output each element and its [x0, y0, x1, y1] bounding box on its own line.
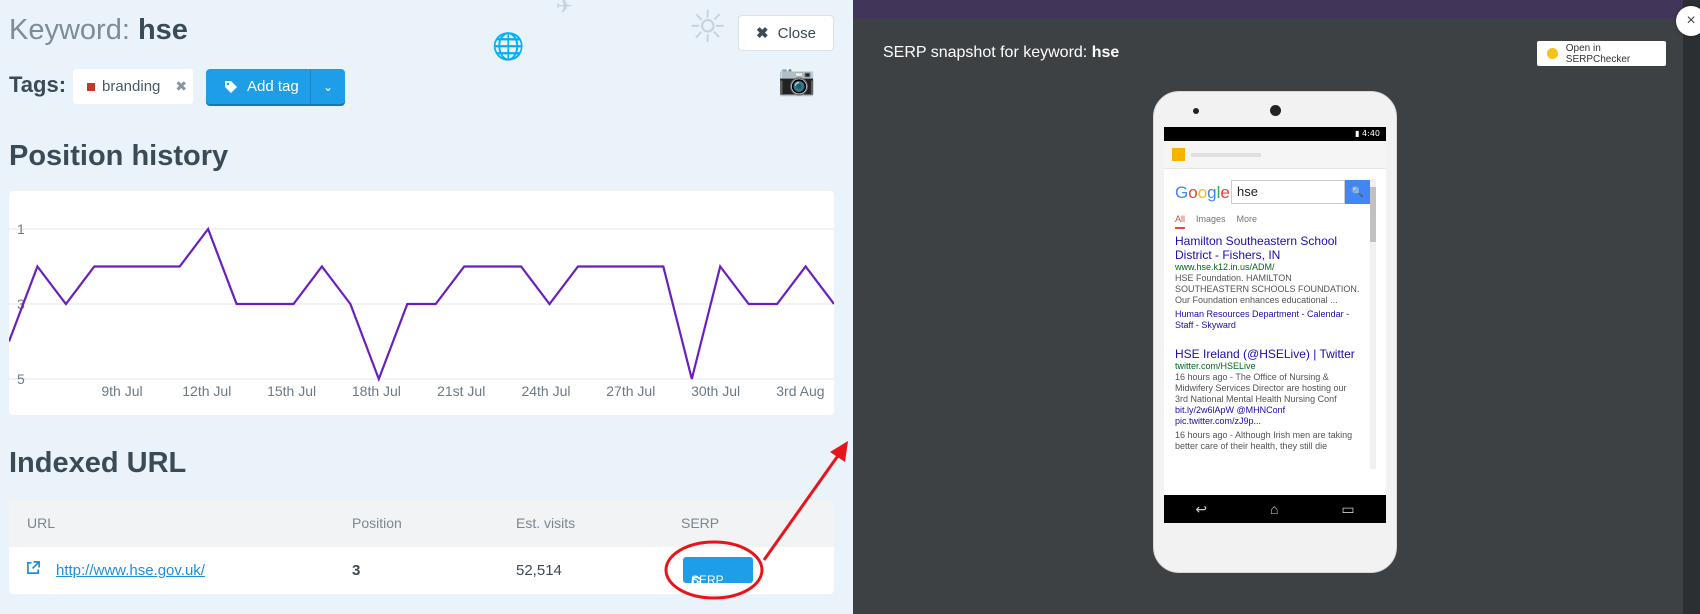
position-value: 3	[352, 562, 361, 579]
serpchecker-logo-icon	[1547, 48, 1558, 59]
open-in-serpchecker-button[interactable]: Open in SERPChecker	[1537, 41, 1666, 66]
visits-value: 52,514	[516, 562, 562, 579]
add-tag-button-group: Add tag ⌄	[206, 69, 345, 104]
google-search-icon: 🔍	[1345, 180, 1370, 204]
google-tab-more: More	[1236, 214, 1258, 224]
tags-label: Tags:	[9, 72, 67, 97]
recents-icon: ▭	[1341, 500, 1355, 517]
keyword-heading: Keyword: hse	[9, 14, 188, 47]
chevron-down-icon: ⌄	[322, 79, 334, 94]
close-label: Close	[777, 24, 816, 42]
x-tick-label: 15th Jul	[267, 383, 316, 399]
header-url: URL	[27, 515, 56, 531]
open-in-serpchecker-label: Open in SERPChecker	[1565, 42, 1631, 65]
y-tick-label: 5	[17, 371, 25, 387]
add-tag-dropdown-toggle[interactable]: ⌄	[310, 69, 345, 104]
google-letter: G	[1175, 183, 1189, 202]
scrollbar-thumb	[1370, 187, 1376, 242]
result-title: HSE Ireland (@HSELive) | Twitter	[1175, 347, 1355, 361]
modal-title-prefix: SERP snapshot for keyword:	[883, 44, 1088, 61]
tag-color-swatch	[87, 82, 95, 91]
x-tick-label: 12th Jul	[182, 383, 231, 399]
modal-right-edge	[1683, 0, 1700, 614]
phone-screen: ▮ 4:40 Google hse 🔍 All Images More Hami…	[1164, 127, 1386, 523]
serp-snapshot-modal: SERP snapshot for keyword: hse Open in S…	[853, 0, 1700, 614]
result-url: www.hse.k12.in.us/ADM/	[1175, 262, 1275, 272]
x-tick-label: 9th Jul	[101, 383, 142, 399]
tag-chip-branding: branding ✖	[73, 69, 193, 104]
x-tick-label: 21st Jul	[437, 383, 485, 399]
result-snippet: HSE Foundation. HAMILTON SOUTHEASTERN SC…	[1175, 273, 1360, 305]
modal-title: SERP snapshot for keyword: hse	[883, 44, 1119, 62]
result-snippet: 16 hours ago - The Office of Nursing & M…	[1175, 372, 1347, 404]
sun-doodle-icon: ☼	[688, 2, 728, 53]
url-bar	[1191, 153, 1261, 157]
indexed-url-table: URL Position Est. visits SERP http://www…	[9, 499, 834, 594]
add-tag-label: Add tag	[247, 78, 299, 95]
serp-button[interactable]: G SERP	[683, 557, 753, 589]
google-letter: e	[1220, 183, 1230, 202]
table-header: URL Position Est. visits SERP	[9, 499, 834, 547]
x-tick-label: 27th Jul	[606, 383, 655, 399]
header-position: Position	[352, 515, 402, 531]
add-tag-button[interactable]: Add tag	[206, 69, 310, 104]
search-results: Hamilton Southeastern School District - …	[1175, 234, 1360, 452]
google-tabs: All Images More	[1175, 214, 1257, 229]
close-icon: ✖	[756, 25, 769, 42]
result-links: bit.ly/2w6lApW @MHNConf pic.twitter.com/…	[1175, 405, 1286, 426]
camera-doodle-icon: 📷	[778, 63, 816, 98]
tag-icon	[225, 80, 237, 93]
modal-close-button[interactable]: ×	[1676, 6, 1700, 36]
remove-tag-icon[interactable]: ✖	[175, 78, 187, 95]
google-letter: o	[1197, 183, 1208, 202]
indexed-url-title: Indexed URL	[9, 447, 187, 479]
status-bar: ▮ 4:40	[1164, 127, 1386, 141]
table-row: http://www.hse.gov.uk/ 3 52,514 G SERP	[9, 547, 834, 594]
y-tick-label: 1	[17, 221, 25, 237]
keyword-value: hse	[137, 14, 188, 46]
back-icon: ↩	[1195, 500, 1208, 517]
browser-bar	[1164, 141, 1386, 169]
position-history-chart: 1 3 5 9th Jul 12th Jul 15th Jul 18th Jul 21st J…	[9, 191, 834, 415]
home-icon: ⌂	[1270, 501, 1279, 517]
plane-doodle-icon: ✈	[556, 0, 573, 18]
favicon-icon	[1172, 148, 1185, 161]
result-snippet: 16 hours ago - Although Irish men are ta…	[1175, 430, 1353, 451]
x-tick-label: 30th Jul	[691, 383, 740, 399]
google-tab-images: Images	[1196, 214, 1226, 224]
x-tick-label: 24th Jul	[521, 383, 570, 399]
result-url: twitter.com/HSELive	[1175, 361, 1256, 371]
google-letter: o	[1188, 183, 1198, 202]
keyword-detail-panel: ☼ 🌐 📷 ✈ Keyword: hse ✖ Close Tags: brand…	[0, 0, 853, 614]
external-link-icon[interactable]	[26, 560, 41, 575]
close-button[interactable]: ✖ Close	[738, 15, 834, 51]
header-visits: Est. visits	[516, 515, 576, 531]
url-link[interactable]: http://www.hse.gov.uk/	[56, 562, 205, 579]
position-history-title: Position history	[9, 140, 229, 172]
phone-scrollbar	[1370, 179, 1376, 469]
android-nav-bar: ↩ ⌂ ▭	[1164, 495, 1386, 523]
modal-keyword: hse	[1091, 44, 1120, 61]
google-search-input: hse	[1231, 180, 1345, 204]
header-serp: SERP	[681, 515, 720, 531]
keyword-prefix: Keyword:	[9, 14, 130, 46]
phone-mockup: ▮ 4:40 Google hse 🔍 All Images More Hami…	[1153, 91, 1397, 573]
serp-label: SERP	[691, 573, 724, 587]
google-letter: g	[1207, 183, 1217, 202]
globe-doodle-icon: 🌐	[492, 32, 525, 62]
google-tab-all: All	[1175, 214, 1186, 229]
result-sublinks: Human Resources Department - Calendar - …	[1175, 309, 1350, 330]
status-time: 4:40	[1362, 129, 1380, 138]
result-title: Hamilton Southeastern School District - …	[1175, 234, 1338, 262]
x-tick-label: 3rd Aug	[776, 383, 824, 399]
x-tick-label: 18th Jul	[352, 383, 401, 399]
phone-sensor	[1193, 108, 1199, 114]
tag-label: branding	[102, 78, 161, 95]
phone-camera	[1270, 105, 1281, 116]
chart-svg: 1359th Jul 12th Jul 15th Jul 18th Jul 21st J…	[9, 221, 834, 399]
google-logo: Google	[1175, 183, 1230, 203]
top-app-bar	[853, 0, 1700, 19]
